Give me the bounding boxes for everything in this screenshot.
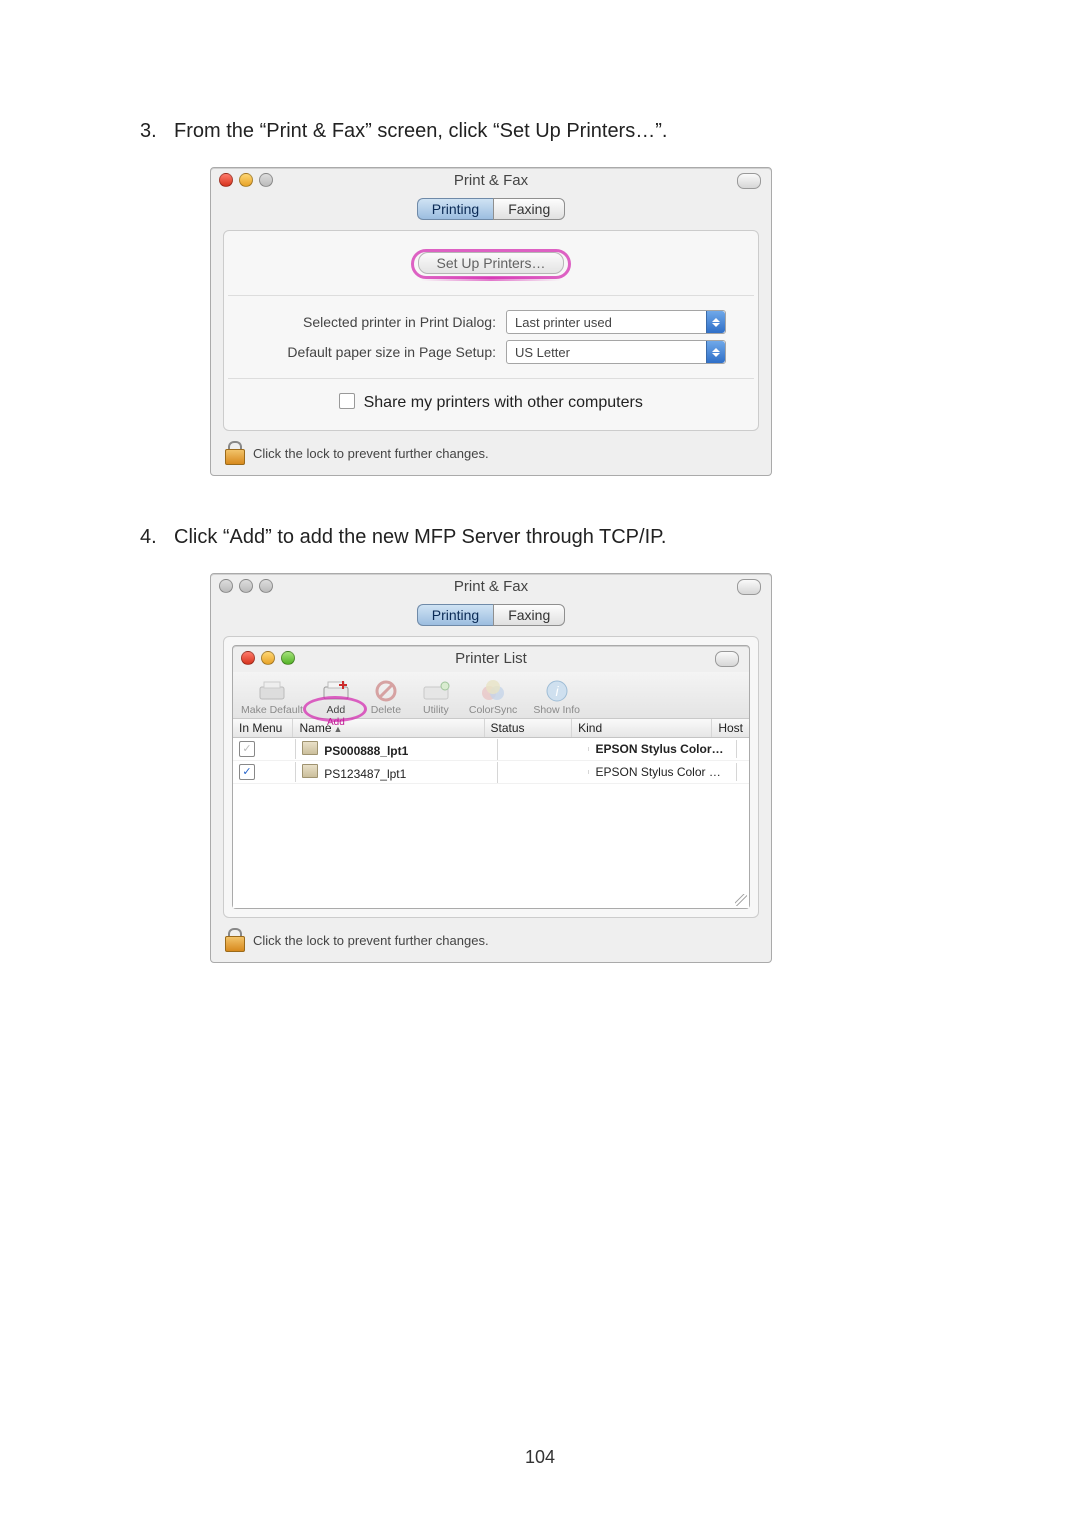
printer-name: PS000888_lpt1	[324, 744, 408, 758]
show-info-button: i Show Info	[533, 678, 580, 716]
delete-label: Delete	[371, 704, 401, 716]
colorsync-icon	[476, 678, 510, 704]
make-default-label: Make Default	[241, 704, 303, 716]
lock-text: Click the lock to prevent further change…	[253, 446, 489, 461]
colorsync-button: ColorSync	[469, 678, 517, 716]
selected-printer-value: Last printer used	[515, 315, 612, 330]
printer-kind: EPSON Stylus Color…	[595, 742, 723, 756]
lock-icon[interactable]	[223, 928, 245, 952]
utility-button: Utility	[419, 678, 453, 716]
printer-status	[498, 770, 590, 774]
toolbar-toggle-icon[interactable]	[737, 173, 761, 189]
show-info-label: Show Info	[533, 704, 580, 716]
tab-faxing[interactable]: Faxing	[493, 198, 565, 220]
setup-printers-highlight: Set Up Printers…	[411, 249, 572, 279]
window-title: Printer List	[233, 650, 749, 667]
printer-list-header: In Menu Name▲ Status Kind Host	[233, 719, 749, 738]
setup-printers-underline	[421, 277, 561, 281]
step-4-number: 4.	[140, 526, 174, 549]
step-3: 3. From the “Print & Fax” screen, click …	[140, 120, 940, 143]
tab-group: Printing Faxing	[211, 198, 771, 220]
print-fax-window: Print & Fax Printing Faxing Set Up Print…	[210, 167, 772, 476]
default-paper-label: Default paper size in Page Setup:	[236, 344, 496, 360]
toolbar-toggle-icon[interactable]	[715, 651, 739, 667]
lock-icon[interactable]	[223, 441, 245, 465]
window-title: Print & Fax	[211, 578, 771, 595]
printer-kind: EPSON Stylus Color …	[589, 763, 737, 781]
delete-icon	[369, 678, 403, 704]
printer-list-body: PS000888_lpt1 EPSON Stylus Color… PS1234…	[233, 738, 749, 908]
window-title: Print & Fax	[211, 172, 771, 189]
toolbar-toggle-icon[interactable]	[737, 579, 761, 595]
printer-name: PS123487_lpt1	[324, 767, 406, 781]
step-4-text: Click “Add” to add the new MFP Server th…	[174, 526, 666, 549]
tab-printing[interactable]: Printing	[417, 604, 493, 626]
printer-row[interactable]: PS123487_lpt1 EPSON Stylus Color …	[233, 761, 749, 784]
make-default-button: Make Default	[241, 678, 303, 716]
dropdown-arrows-icon	[706, 311, 725, 333]
in-menu-checkbox[interactable]	[239, 741, 255, 757]
printer-host	[737, 747, 749, 751]
lock-text: Click the lock to prevent further change…	[253, 933, 489, 948]
default-paper-select[interactable]: US Letter	[506, 340, 726, 364]
col-host[interactable]: Host	[712, 719, 749, 737]
utility-label: Utility	[423, 704, 449, 716]
step-3-text: From the “Print & Fax” screen, click “Se…	[174, 120, 667, 143]
tab-faxing[interactable]: Faxing	[493, 604, 565, 626]
col-name[interactable]: Name▲	[293, 719, 484, 737]
share-printers-label: Share my printers with other computers	[364, 394, 643, 411]
printer-host	[737, 770, 749, 774]
printer-row[interactable]: PS000888_lpt1 EPSON Stylus Color…	[233, 738, 749, 761]
page-number: 104	[0, 1447, 1080, 1468]
info-icon: i	[540, 678, 574, 704]
setup-printers-button[interactable]: Set Up Printers…	[418, 252, 565, 274]
default-paper-value: US Letter	[515, 345, 570, 360]
dropdown-arrows-icon	[706, 341, 725, 363]
tab-group: Printing Faxing	[211, 604, 771, 626]
printer-icon	[255, 678, 289, 704]
colorsync-label: ColorSync	[469, 704, 517, 716]
selected-printer-select[interactable]: Last printer used	[506, 310, 726, 334]
col-in-menu[interactable]: In Menu	[233, 719, 293, 737]
printer-icon	[302, 764, 318, 778]
utility-icon	[419, 678, 453, 704]
in-menu-checkbox[interactable]	[239, 764, 255, 780]
step-3-number: 3.	[140, 120, 174, 143]
col-status[interactable]: Status	[485, 719, 573, 737]
step-4: 4. Click “Add” to add the new MFP Server…	[140, 526, 940, 549]
tab-printing[interactable]: Printing	[417, 198, 493, 220]
delete-button: Delete	[369, 678, 403, 716]
add-highlight-text: Add	[327, 717, 345, 728]
add-button[interactable]: Add Add	[319, 678, 353, 716]
share-printers-checkbox[interactable]	[339, 393, 355, 409]
printer-icon	[302, 741, 318, 755]
resize-grip-icon[interactable]	[735, 894, 747, 906]
printer-status	[498, 747, 590, 751]
printer-list-window: Printer List Make Default	[232, 645, 750, 909]
col-kind[interactable]: Kind	[572, 719, 712, 737]
selected-printer-label: Selected printer in Print Dialog:	[236, 314, 496, 330]
print-fax-window-2: Print & Fax Printing Faxing Print	[210, 573, 772, 963]
